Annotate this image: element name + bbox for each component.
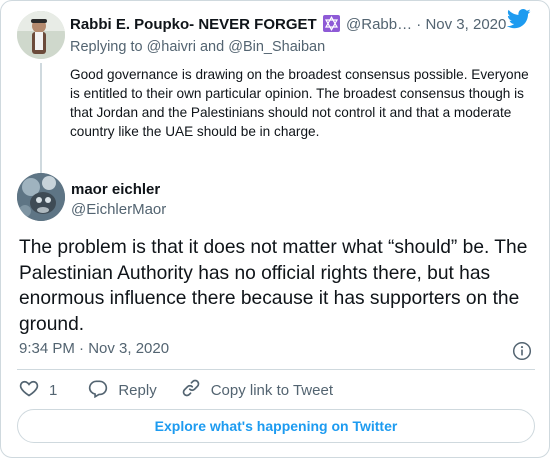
copy-link-button[interactable]: Copy link to Tweet [181, 378, 333, 402]
author-display-name[interactable]: maor eichler [71, 181, 160, 198]
link-icon [181, 378, 211, 402]
copy-link-label: Copy link to Tweet [210, 381, 333, 399]
tweet-text: The problem is that it does not matter w… [19, 237, 528, 335]
parent-display-name[interactable]: Rabbi E. Poupko- NEVER FORGET [70, 16, 317, 33]
avatar[interactable] [17, 11, 65, 59]
embedded-tweet-card: Rabbi E. Poupko- NEVER FORGET @Rabb… · N… [0, 0, 550, 458]
star-of-david-icon [322, 15, 340, 36]
avatar[interactable] [17, 173, 65, 221]
parent-tweet-header: Rabbi E. Poupko- NEVER FORGET @Rabb… · N… [70, 15, 540, 35]
mention-link[interactable]: @Bin_Shaiban [228, 39, 325, 55]
parent-handle[interactable]: @Rabb… [346, 16, 412, 33]
divider [17, 369, 535, 370]
thread-line [40, 63, 42, 173]
parent-date[interactable]: Nov 3, 2020 [425, 16, 506, 33]
reply-button[interactable]: Reply [88, 378, 157, 402]
parent-tweet-text: Good governance is drawing on the broade… [70, 67, 529, 139]
author-handle[interactable]: @EichlerMaor [71, 201, 166, 218]
explore-twitter-button[interactable]: Explore what's happening on Twitter [17, 409, 535, 443]
mention-link[interactable]: @haivri [147, 39, 196, 55]
reply-label: Reply [118, 381, 157, 399]
heart-icon [19, 378, 49, 402]
like-count: 1 [49, 381, 58, 399]
tweet-timestamp[interactable]: 9:34 PM · Nov 3, 2020 [19, 340, 169, 357]
replying-and: and [199, 39, 225, 55]
tweet-actions: 1 Reply Copy link to Tweet [19, 379, 333, 401]
replying-prefix: Replying to [70, 39, 143, 55]
like-button[interactable]: 1 [19, 378, 57, 402]
info-icon[interactable] [512, 341, 532, 366]
replying-to: Replying to @haivri and @Bin_Shaiban [70, 39, 325, 55]
separator: · [416, 16, 422, 33]
twitter-bird-icon[interactable] [506, 9, 531, 34]
reply-icon [88, 378, 118, 402]
